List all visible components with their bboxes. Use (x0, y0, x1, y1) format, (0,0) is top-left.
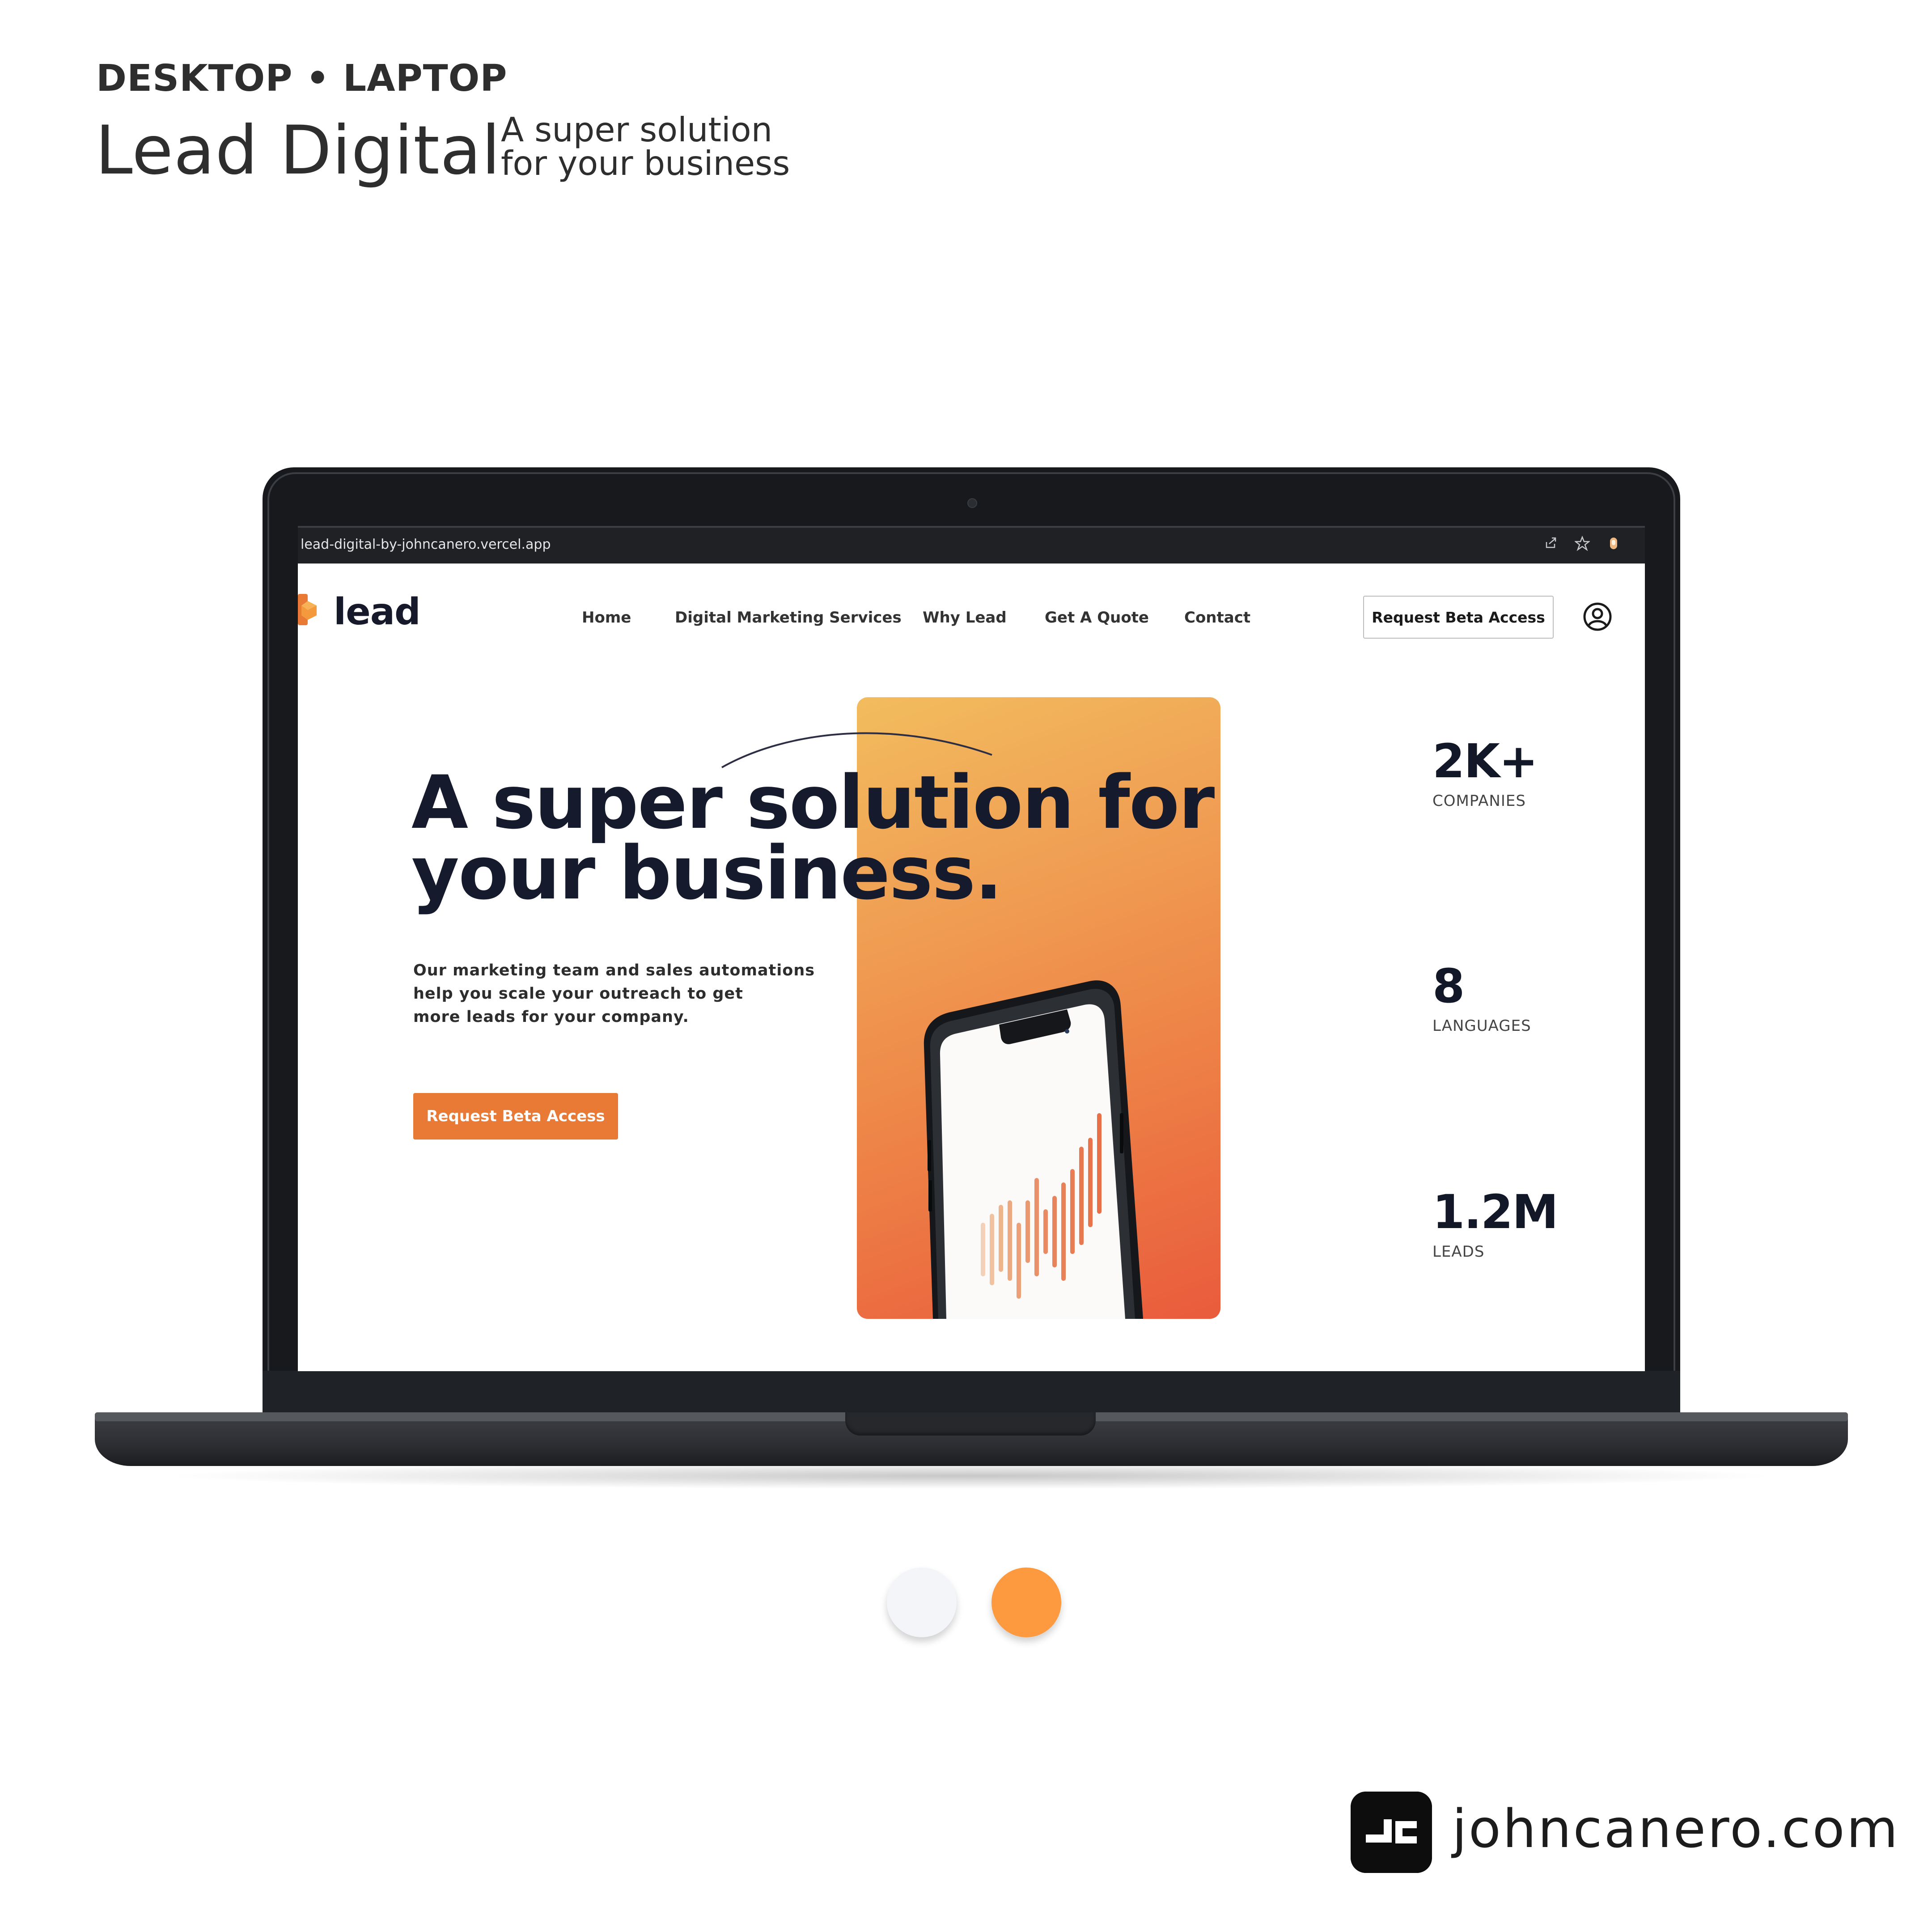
stat-value: 2K+ (1432, 734, 1538, 788)
star-icon[interactable] (1573, 535, 1591, 554)
nav-get-a-quote[interactable]: Get A Quote (1045, 609, 1149, 627)
project-title: Lead Digital (95, 112, 501, 190)
laptop-shadow (161, 1462, 1780, 1489)
hero-description-line-3: more leads for your company. (413, 1008, 689, 1026)
nav-home[interactable]: Home (582, 609, 631, 627)
nav-digital-marketing-services[interactable]: Digital Marketing Services (675, 609, 902, 627)
hero-description-line-2: help you scale your outreach to get (413, 985, 743, 1003)
stat-leads: 1.2M LEADS (1432, 1185, 1559, 1261)
browser-url-bar[interactable]: lead-digital-by-johncanero.vercel.app (298, 526, 1645, 564)
swatch-orange (991, 1568, 1061, 1637)
stat-label: LANGUAGES (1432, 1017, 1531, 1035)
johncanero-logo-icon[interactable] (1351, 1792, 1432, 1873)
nav-contact[interactable]: Contact (1184, 609, 1250, 627)
stat-label: COMPANIES (1432, 792, 1526, 810)
nav-why-lead[interactable]: Why Lead (923, 609, 1007, 627)
request-beta-access-hero-button[interactable]: Request Beta Access (413, 1093, 618, 1140)
hero-description: Our marketing team and sales automations… (413, 959, 815, 1029)
url-text[interactable]: lead-digital-by-johncanero.vercel.app (301, 537, 551, 552)
project-tagline: A super solution for your business (501, 113, 790, 180)
stat-languages: 8 LANGUAGES (1432, 959, 1531, 1035)
tagline-line-2: for your business (501, 144, 790, 183)
user-circle-icon[interactable] (1583, 602, 1612, 631)
tagline-line-1: A super solution (501, 110, 773, 149)
swatch-light (887, 1568, 957, 1637)
stat-companies: 2K+ COMPANIES (1432, 734, 1538, 810)
logo-text[interactable]: lead (334, 591, 421, 633)
laptop-screen: lead-digital-by-johncanero.vercel.app le… (298, 526, 1645, 1371)
request-beta-access-nav-button[interactable]: Request Beta Access (1363, 596, 1554, 639)
stat-value: 8 (1432, 959, 1465, 1013)
moon-icon[interactable] (1627, 603, 1645, 631)
camera-icon (967, 498, 977, 508)
kicker-label: DESKTOP • LAPTOP (96, 57, 508, 100)
footer-website[interactable]: johncanero.com (1452, 1798, 1900, 1860)
hero-headline: A super solution for your business. (411, 760, 1215, 916)
stat-label: LEADS (1432, 1243, 1485, 1261)
laptop-chin (263, 1371, 1680, 1415)
laptop-notch (845, 1412, 1096, 1436)
hero-headline-line-2: your business. (411, 830, 1003, 916)
hero-description-line-1: Our marketing team and sales automations (413, 962, 815, 979)
lead-logo-icon[interactable] (298, 592, 318, 627)
hero-headline-line-1: A super solution for (411, 760, 1215, 845)
stat-value: 1.2M (1432, 1185, 1559, 1239)
share-icon[interactable] (1542, 536, 1560, 554)
extension-icon[interactable] (1605, 536, 1623, 554)
